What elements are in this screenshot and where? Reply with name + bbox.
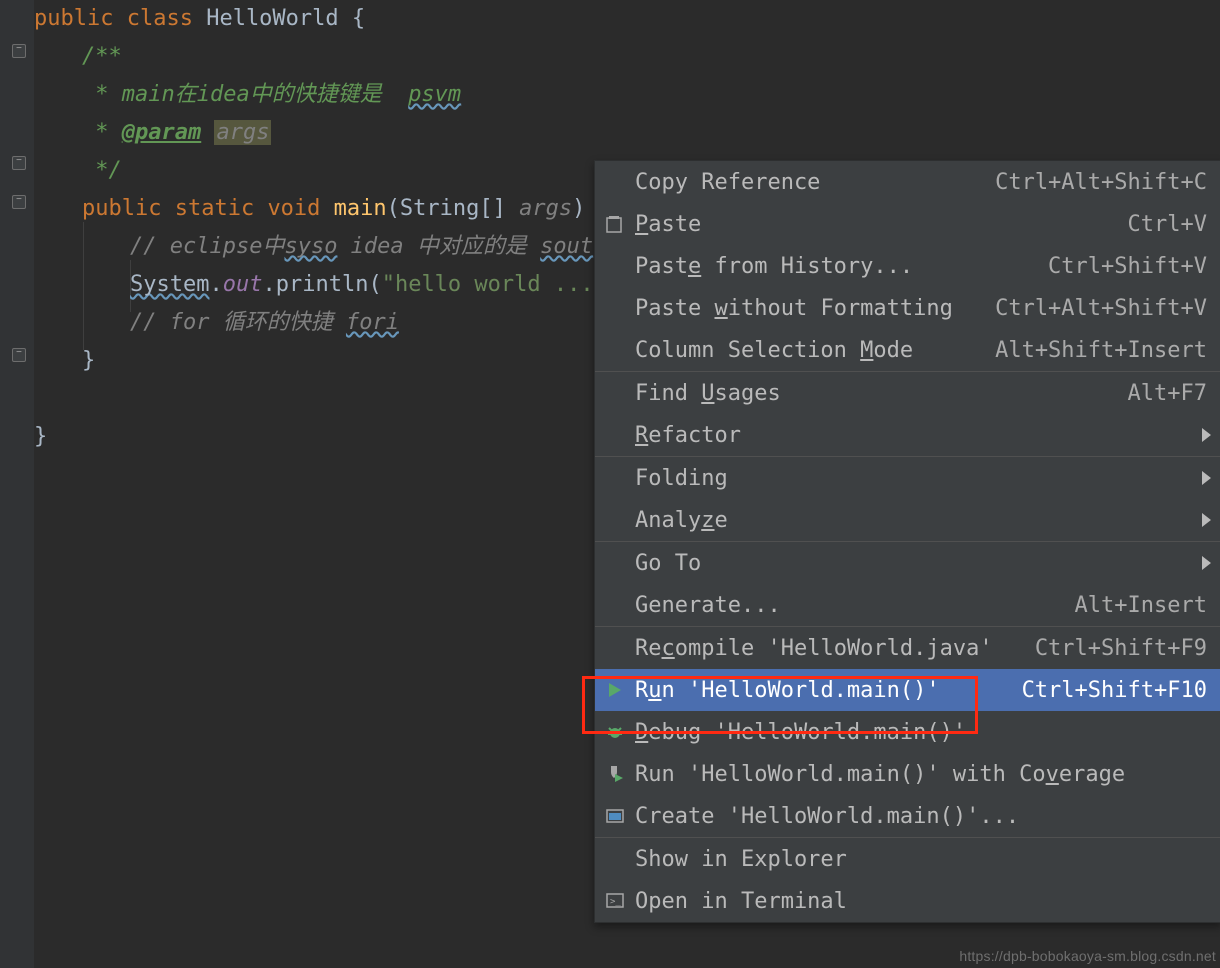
menu-paste[interactable]: PasteCtrl+V — [595, 203, 1220, 245]
menu-refactor[interactable]: Refactor — [595, 414, 1220, 456]
menu-show-explorer[interactable]: Show in Explorer — [595, 838, 1220, 880]
menu-goto[interactable]: Go To — [595, 542, 1220, 584]
submenu-arrow-icon — [1202, 556, 1211, 570]
menu-generate[interactable]: Generate...Alt+Insert — [595, 584, 1220, 626]
menu-run[interactable]: Run 'HelloWorld.main()'Ctrl+Shift+F10 — [595, 669, 1220, 711]
coverage-icon — [603, 762, 627, 786]
menu-create-config[interactable]: Create 'HelloWorld.main()'... — [595, 795, 1220, 837]
menu-paste-no-format[interactable]: Paste without FormattingCtrl+Alt+Shift+V — [595, 287, 1220, 329]
menu-column-selection[interactable]: Column Selection ModeAlt+Shift+Insert — [595, 329, 1220, 371]
menu-run-coverage[interactable]: Run 'HelloWorld.main()' with Coverage — [595, 753, 1220, 795]
submenu-arrow-icon — [1202, 428, 1211, 442]
watermark-text: https://dpb-bobokaoya-sm.blog.csdn.net — [959, 948, 1216, 964]
menu-debug[interactable]: Debug 'HelloWorld.main()' — [595, 711, 1220, 753]
submenu-arrow-icon — [1202, 513, 1211, 527]
context-menu: Copy ReferenceCtrl+Alt+Shift+C PasteCtrl… — [594, 160, 1220, 923]
run-icon — [603, 678, 627, 702]
code-line: * main在idea中的快捷键是 psvm — [34, 76, 1220, 114]
menu-recompile[interactable]: Recompile 'HelloWorld.java'Ctrl+Shift+F9 — [595, 627, 1220, 669]
menu-copy-reference[interactable]: Copy ReferenceCtrl+Alt+Shift+C — [595, 161, 1220, 203]
editor-gutter — [0, 0, 34, 968]
paste-icon — [603, 212, 627, 236]
menu-find-usages[interactable]: Find UsagesAlt+F7 — [595, 372, 1220, 414]
debug-icon — [603, 720, 627, 744]
menu-analyze[interactable]: Analyze — [595, 499, 1220, 541]
svg-text:>_: >_ — [610, 897, 621, 907]
terminal-icon: >_ — [603, 889, 627, 913]
menu-folding[interactable]: Folding — [595, 457, 1220, 499]
code-line: * @param args — [34, 114, 1220, 152]
code-line: public class HelloWorld { — [34, 0, 1220, 38]
app-config-icon — [603, 804, 627, 828]
fold-toggle-icon[interactable] — [12, 156, 26, 170]
submenu-arrow-icon — [1202, 471, 1211, 485]
fold-toggle-icon[interactable] — [12, 348, 26, 362]
menu-paste-history[interactable]: Paste from History...Ctrl+Shift+V — [595, 245, 1220, 287]
fold-toggle-icon[interactable] — [12, 195, 26, 209]
fold-toggle-icon[interactable] — [12, 44, 26, 58]
menu-open-terminal[interactable]: >_ Open in Terminal — [595, 880, 1220, 922]
code-line: /** — [34, 38, 1220, 76]
